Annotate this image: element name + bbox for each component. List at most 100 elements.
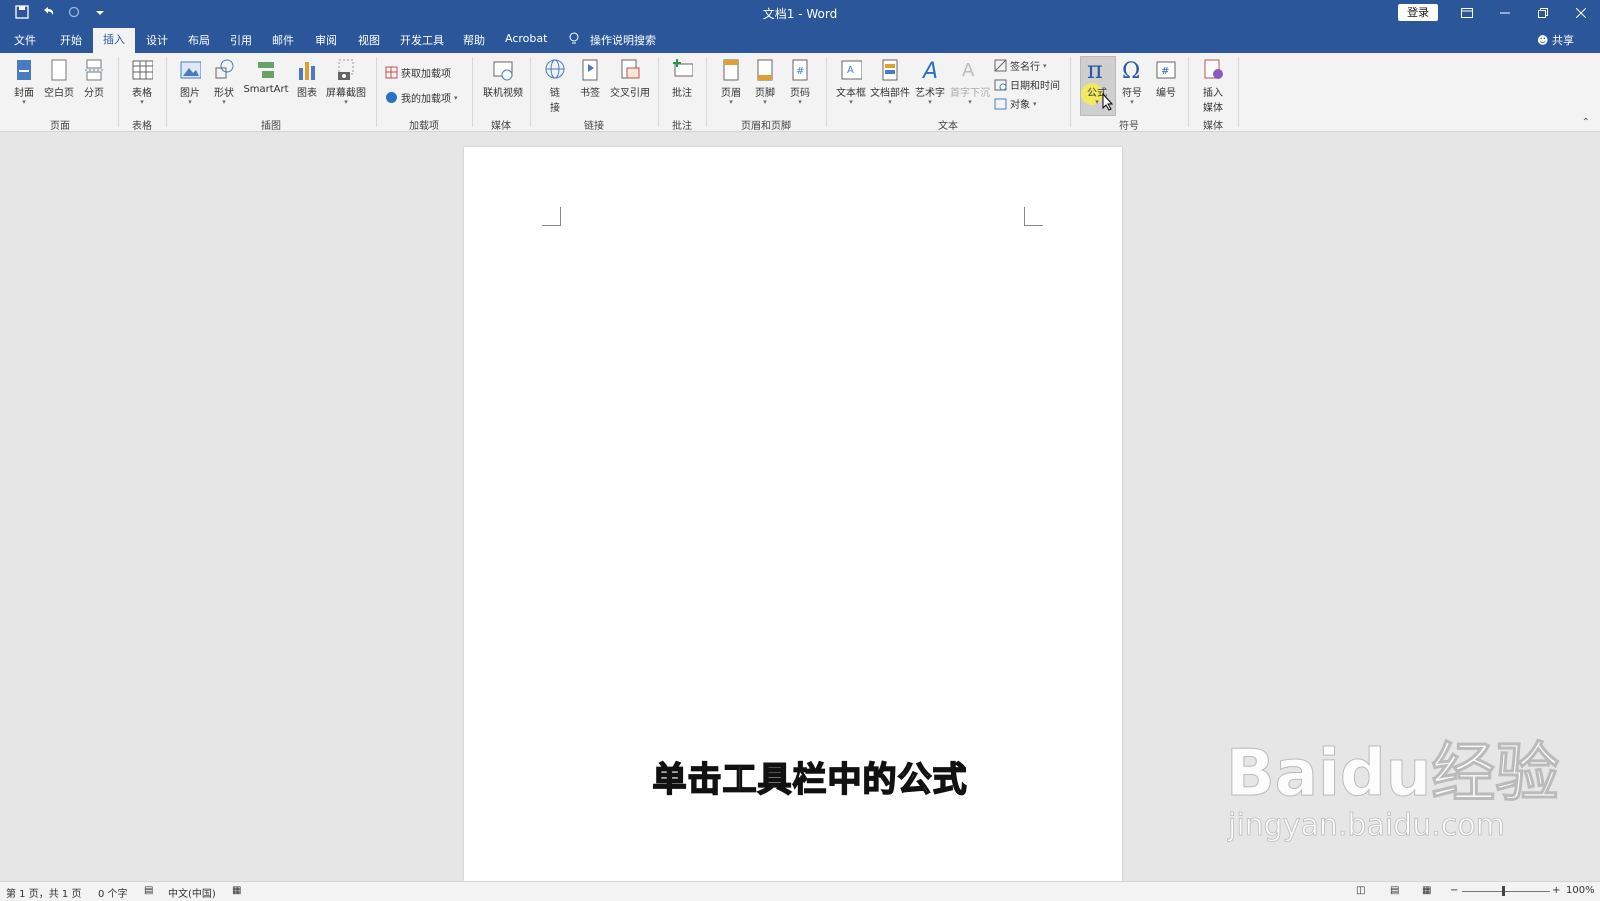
tab-view[interactable]: 视图 — [358, 32, 380, 48]
tutorial-caption: 单击工具栏中的公式 — [652, 759, 968, 801]
camera-icon — [338, 59, 354, 80]
tab-references[interactable]: 引用 — [230, 32, 252, 48]
picture-button[interactable]: 图片 ▾ — [176, 58, 204, 106]
blank-page-button[interactable]: 空白页 — [42, 58, 76, 99]
svg-text:π: π — [1087, 58, 1103, 82]
zoom-level[interactable]: 100% — [1566, 885, 1595, 896]
omega-icon: Ω — [1122, 59, 1140, 82]
group-label-pages: 页面 — [50, 121, 70, 132]
ribbon-tabs: 文件 开始 插入 设计 布局 引用 邮件 审阅 视图 开发工具 帮助 Acrob… — [0, 26, 1600, 53]
comment-button[interactable]: 批注 — [666, 58, 698, 99]
smartart-button[interactable]: SmartArt — [242, 58, 290, 95]
cover-page-button[interactable]: 封面 ▾ — [10, 58, 38, 106]
lightbulb-icon[interactable] — [568, 32, 580, 48]
zoom-slider[interactable] — [1462, 891, 1550, 892]
print-layout-icon[interactable]: ▤ — [1390, 885, 1399, 896]
tab-mailings[interactable]: 邮件 — [272, 32, 294, 48]
link-label-1: 链 — [550, 88, 560, 99]
word-count[interactable]: 0 个字 — [98, 885, 128, 900]
get-addins-button[interactable]: 获取加载项 — [385, 65, 451, 80]
textbox-button[interactable]: A 文本框 ▾ — [834, 58, 868, 106]
watermark-url: jingyan.baidu.com — [1228, 808, 1506, 844]
tab-insert[interactable]: 插入 — [93, 28, 135, 53]
signature-icon — [994, 59, 1007, 72]
table-button[interactable]: 表格 ▾ — [128, 58, 156, 106]
header-button[interactable]: 页眉 ▾ — [716, 58, 746, 106]
language-indicator[interactable]: 中文(中国) — [168, 885, 216, 900]
insert-media-button[interactable]: 插入 媒体 — [1196, 58, 1230, 114]
page-break-button[interactable]: 分页 — [80, 58, 108, 99]
title-bar: 文档1 - Word 登录 — [0, 0, 1600, 26]
pagebreak-label: 分页 — [84, 88, 104, 99]
drop-cap-button[interactable]: A 首字下沉 ▾ — [950, 58, 990, 106]
my-addins-button[interactable]: 我的加载项 ▾ — [385, 90, 458, 105]
smartart-icon — [258, 62, 274, 78]
tab-layout[interactable]: 布局 — [188, 32, 210, 48]
date-time-button[interactable]: 日期和时间 — [994, 77, 1060, 92]
online-video-label: 联机视频 — [483, 88, 523, 99]
my-addins-label: 我的加载项 — [401, 94, 451, 105]
symbol-button[interactable]: Ω 符号 ▾ — [1118, 58, 1146, 106]
cross-reference-button[interactable]: 交叉引用 — [608, 58, 652, 99]
ribbon: 封面 ▾ 空白页 分页 页面 表格 ▾ 表格 图片 ▾ 形状 ▾ SmartArt 图表… — [0, 53, 1600, 132]
login-button[interactable]: 登录 — [1398, 4, 1438, 21]
read-mode-icon[interactable]: ◫ — [1356, 885, 1365, 896]
insert-media-icon — [1204, 59, 1223, 79]
footer-button[interactable]: 页脚 ▾ — [750, 58, 780, 106]
zoom-in-icon[interactable]: + — [1552, 885, 1560, 896]
tab-acrobat[interactable]: Acrobat — [505, 32, 547, 45]
signature-line-button[interactable]: 签名行 ▾ — [994, 58, 1047, 73]
tab-review[interactable]: 审阅 — [315, 32, 337, 48]
pi-icon: π — [1087, 58, 1103, 82]
watermark-brand: Baidu经验 — [1225, 737, 1560, 812]
minimize-icon[interactable] — [1486, 0, 1524, 26]
link-label-2: 接 — [550, 103, 560, 114]
person-icon: ☻ — [1537, 34, 1552, 47]
tab-file[interactable]: 文件 — [14, 32, 36, 48]
tab-design[interactable]: 设计 — [146, 32, 168, 48]
ribbon-display-icon[interactable] — [1448, 0, 1486, 26]
object-button[interactable]: 对象 ▾ — [994, 96, 1037, 111]
margin-corner-left — [542, 207, 561, 226]
shapes-button[interactable]: 形状 ▾ — [210, 58, 238, 106]
bookmark-icon — [582, 59, 598, 81]
picture-icon — [180, 61, 201, 79]
quick-parts-button[interactable]: 文档部件 ▾ — [870, 58, 910, 106]
svg-text:Ω: Ω — [1122, 59, 1140, 82]
screenshot-button[interactable]: 屏幕截图 ▾ — [324, 58, 368, 106]
link-button[interactable]: 链接 — [540, 58, 570, 114]
bookmark-button[interactable]: 书签 — [576, 58, 604, 99]
number-icon: # — [1156, 61, 1176, 79]
tab-developer[interactable]: 开发工具 — [400, 32, 444, 48]
tab-help[interactable]: 帮助 — [463, 32, 485, 48]
document-page[interactable]: 单击工具栏中的公式 — [464, 147, 1122, 881]
wordart-icon: A — [921, 59, 938, 82]
online-video-button[interactable]: 联机视频 — [480, 58, 526, 99]
object-icon — [994, 97, 1007, 110]
close-icon[interactable] — [1562, 0, 1600, 26]
comment-label: 批注 — [672, 88, 692, 99]
page-number-button[interactable]: # 页码 ▾ — [785, 58, 815, 106]
page-break-icon — [85, 59, 103, 81]
collapse-ribbon-icon[interactable]: ⌃ — [1582, 117, 1590, 128]
restore-icon[interactable] — [1524, 0, 1562, 26]
shapes-icon — [215, 59, 234, 79]
group-label-tables: 表格 — [132, 121, 152, 132]
quick-parts-icon — [882, 59, 898, 81]
zoom-slider-thumb[interactable] — [1502, 886, 1505, 896]
tell-me-search[interactable]: 操作说明搜索 — [590, 32, 656, 48]
table-icon — [132, 60, 153, 80]
chart-button[interactable]: 图表 — [294, 58, 320, 99]
tab-home[interactable]: 开始 — [60, 32, 82, 48]
wordart-button[interactable]: A 艺术字 ▾ — [914, 58, 946, 106]
macro-icon[interactable]: ▦ — [232, 885, 241, 896]
page-count[interactable]: 第 1 页，共 1 页 — [6, 885, 81, 900]
zoom-out-icon[interactable]: − — [1450, 885, 1458, 896]
svg-text:#: # — [1161, 66, 1169, 77]
share-label: 共享 — [1552, 34, 1574, 47]
margin-corner-right — [1024, 207, 1043, 226]
number-button[interactable]: # 编号 — [1152, 58, 1180, 99]
web-layout-icon[interactable]: ▦ — [1422, 885, 1431, 896]
share-button[interactable]: ☻ 共享 — [1537, 32, 1574, 48]
proofing-icon[interactable]: ▤ — [144, 885, 153, 896]
